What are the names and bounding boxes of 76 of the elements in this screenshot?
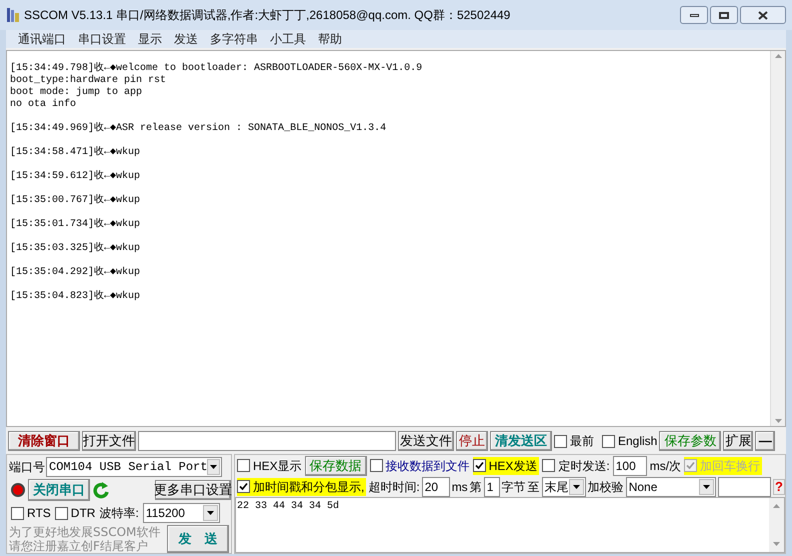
checkbox[interactable]: HEX发送 (472, 456, 540, 474)
checkbox[interactable]: 接收数据到文件 (370, 456, 470, 474)
promo-text: 为了更好地发展SSCOM软件 请您注册嘉立创F结尾客户 (9, 525, 160, 553)
close-port-button[interactable]: 关闭串口 (28, 479, 90, 501)
menu-item[interactable]: 通讯端口 (14, 30, 70, 48)
label: 字节 (502, 478, 526, 496)
file-path-field[interactable] (138, 431, 396, 452)
checkbox[interactable]: HEX显示 (237, 456, 302, 474)
checkbox-icon (554, 434, 567, 448)
expand-button[interactable]: 扩展 (723, 431, 754, 452)
baud-select[interactable]: 115200 (142, 503, 220, 523)
checkbox[interactable]: 加时间戳和分包显示, (237, 478, 366, 496)
label: 至 (528, 478, 540, 496)
save-params-button[interactable]: 保存参数 (659, 431, 722, 452)
checkbox[interactable]: RTS (11, 504, 51, 522)
checksum-label: 加校验 (588, 478, 624, 496)
label: 第 (470, 478, 482, 496)
save-data-button[interactable]: 保存数据 (304, 456, 367, 476)
menu-item[interactable]: 帮助 (314, 30, 346, 48)
clear-window-button[interactable]: 清除窗口 (8, 431, 80, 452)
dropdown-arrow-icon (572, 484, 580, 488)
more-settings-button[interactable]: 更多串口设置 (155, 480, 231, 500)
menu-item[interactable]: 发送 (170, 30, 202, 48)
checkbox-icon (11, 506, 24, 520)
checkbox-icon (370, 459, 383, 472)
port-label: 端口号 (9, 459, 45, 476)
interval-field[interactable]: 100 (612, 456, 647, 476)
scroll-down-icon[interactable] (774, 419, 782, 424)
menu-item[interactable]: 多字符串 (206, 30, 262, 48)
menu-item[interactable]: 小工具 (266, 30, 310, 48)
checkbox[interactable]: DTR (54, 504, 96, 522)
port-select[interactable]: COM104 USB Serial Port (46, 457, 222, 477)
scroll-up-icon[interactable] (773, 504, 780, 508)
menu-item[interactable]: 串口设置 (74, 30, 130, 48)
checkbox[interactable]: English (602, 432, 658, 450)
checkbox[interactable]: 定时发送: (542, 456, 610, 474)
refresh-icon[interactable] (93, 481, 109, 499)
minimize-button[interactable] (680, 6, 708, 24)
help-button[interactable]: ? (773, 478, 785, 494)
checkbox[interactable]: 最前 (554, 432, 594, 450)
app-icon (6, 7, 20, 23)
scroll-down-icon[interactable] (773, 542, 780, 546)
checkbox-icon (237, 480, 250, 493)
window-title: SSCOM V5.13.1 串口/网络数据调试器,作者:大虾丁丁,2618058@qq.com. QQ群：52502449 (24, 7, 510, 24)
dropdown-arrow-icon (210, 465, 218, 469)
close-icon (758, 10, 768, 20)
maximize-button[interactable] (710, 6, 738, 24)
unit-label: ms/次 (650, 458, 682, 474)
menu-item[interactable]: 显示 (134, 30, 166, 48)
send-button[interactable]: 发 送 (167, 525, 229, 553)
checkbox-icon (542, 459, 556, 472)
checkbox-icon (602, 434, 615, 448)
baud-label: 波特率: (99, 505, 139, 522)
checksum-field[interactable] (718, 476, 772, 496)
end-select[interactable]: 末尾 (542, 476, 586, 496)
close-button[interactable] (740, 6, 786, 24)
timeout-label: 超时时间: (368, 478, 420, 496)
unit-label: ms (452, 478, 468, 496)
scroll-up-icon[interactable] (774, 54, 782, 58)
open-file-button[interactable]: 打开文件 (82, 431, 136, 452)
scrollbar[interactable] (770, 51, 785, 426)
checkbox-icon (54, 506, 68, 520)
checkbox-icon (237, 459, 250, 472)
start-byte-field[interactable]: 1 (484, 476, 500, 496)
scrollbar[interactable] (769, 498, 784, 552)
receive-log: [15:34:49.798]收←◆welcome to bootloader: ASRBOOTLOADER-560X-MX-V1.0.9 boot_type:hardware pin rst boot mode: jump to app no ota info [15:34:49.969]收←◆ASR release version : SONATA_BLE_NONOS_V1.3.4 [15:34:58.471]收←◆wkup [15:34:59.612]收←◆wkup [15:35:00.767]收←◆wkup [15:35:01.734]收←◆wkup [15:35:03.325]收←◆wkup [15:35:04.292]收←◆wkup [15:35:04.823]收←◆wkup (9, 61, 424, 304)
send-file-button[interactable]: 发送文件 (398, 431, 454, 452)
checksum-select[interactable]: None (626, 476, 716, 496)
clear-send-button[interactable]: 清发送区 (490, 431, 552, 452)
checkbox-icon (472, 459, 486, 472)
checkbox-icon (684, 459, 698, 472)
stop-button[interactable]: 停止 (456, 431, 488, 452)
timeout-field[interactable]: 20 (422, 476, 450, 496)
dropdown-arrow-icon (206, 511, 214, 515)
dropdown-arrow-icon (702, 484, 710, 488)
collapse-button[interactable]: — (755, 431, 776, 452)
